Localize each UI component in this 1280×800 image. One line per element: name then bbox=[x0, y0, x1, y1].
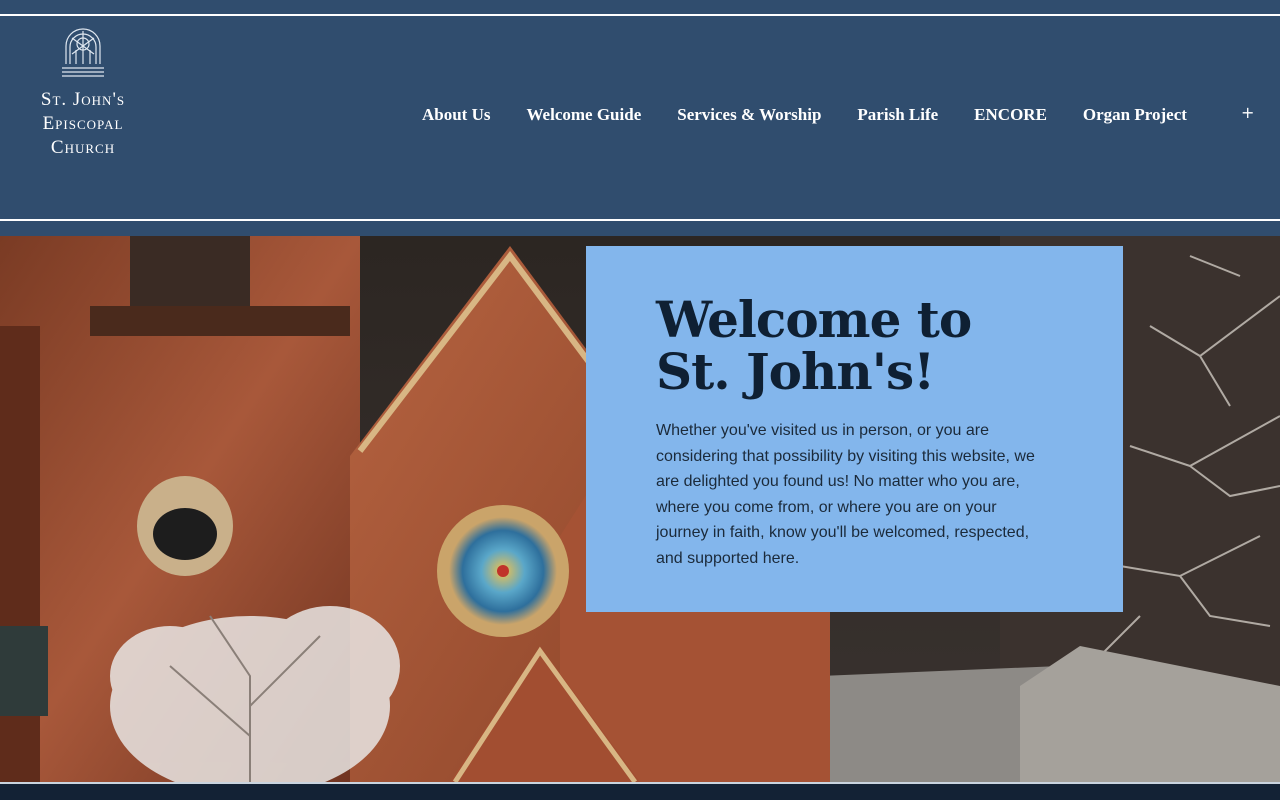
site-header: St. John's Episcopal Church About Us Wel… bbox=[0, 0, 1280, 236]
nav-item-services-worship[interactable]: Services & Worship bbox=[659, 105, 839, 125]
welcome-title: Welcome to St. John's! bbox=[656, 294, 1056, 398]
church-window-icon bbox=[62, 28, 104, 77]
footer-bar bbox=[0, 784, 1280, 800]
nav-more-button[interactable]: + bbox=[1241, 103, 1254, 122]
logo-line-1: St. John's bbox=[40, 89, 126, 110]
nav-item-encore[interactable]: ENCORE bbox=[956, 105, 1065, 125]
welcome-title-line-1: Welcome to bbox=[656, 290, 972, 349]
header-top-rule bbox=[0, 14, 1280, 16]
nav-item-organ-project[interactable]: Organ Project bbox=[1065, 105, 1205, 125]
nav-item-welcome-guide[interactable]: Welcome Guide bbox=[509, 105, 660, 125]
welcome-title-line-2: St. John's! bbox=[656, 342, 935, 401]
main-nav: About Us Welcome Guide Services & Worshi… bbox=[404, 102, 1205, 128]
nav-item-about-us[interactable]: About Us bbox=[404, 105, 509, 125]
welcome-card: Welcome to St. John's! Whether you've vi… bbox=[586, 246, 1123, 612]
header-bottom-rule bbox=[0, 219, 1280, 221]
nav-item-parish-life[interactable]: Parish Life bbox=[839, 105, 956, 125]
logo-line-3: Church bbox=[50, 137, 116, 158]
logo-line-2: Episcopal bbox=[42, 113, 124, 134]
welcome-body-text: Whether you've visited us in person, or … bbox=[656, 422, 1035, 567]
site-logo-text[interactable]: St. John's Episcopal Church bbox=[24, 88, 142, 160]
site-logo[interactable]: St. John's Episcopal Church bbox=[24, 26, 142, 160]
